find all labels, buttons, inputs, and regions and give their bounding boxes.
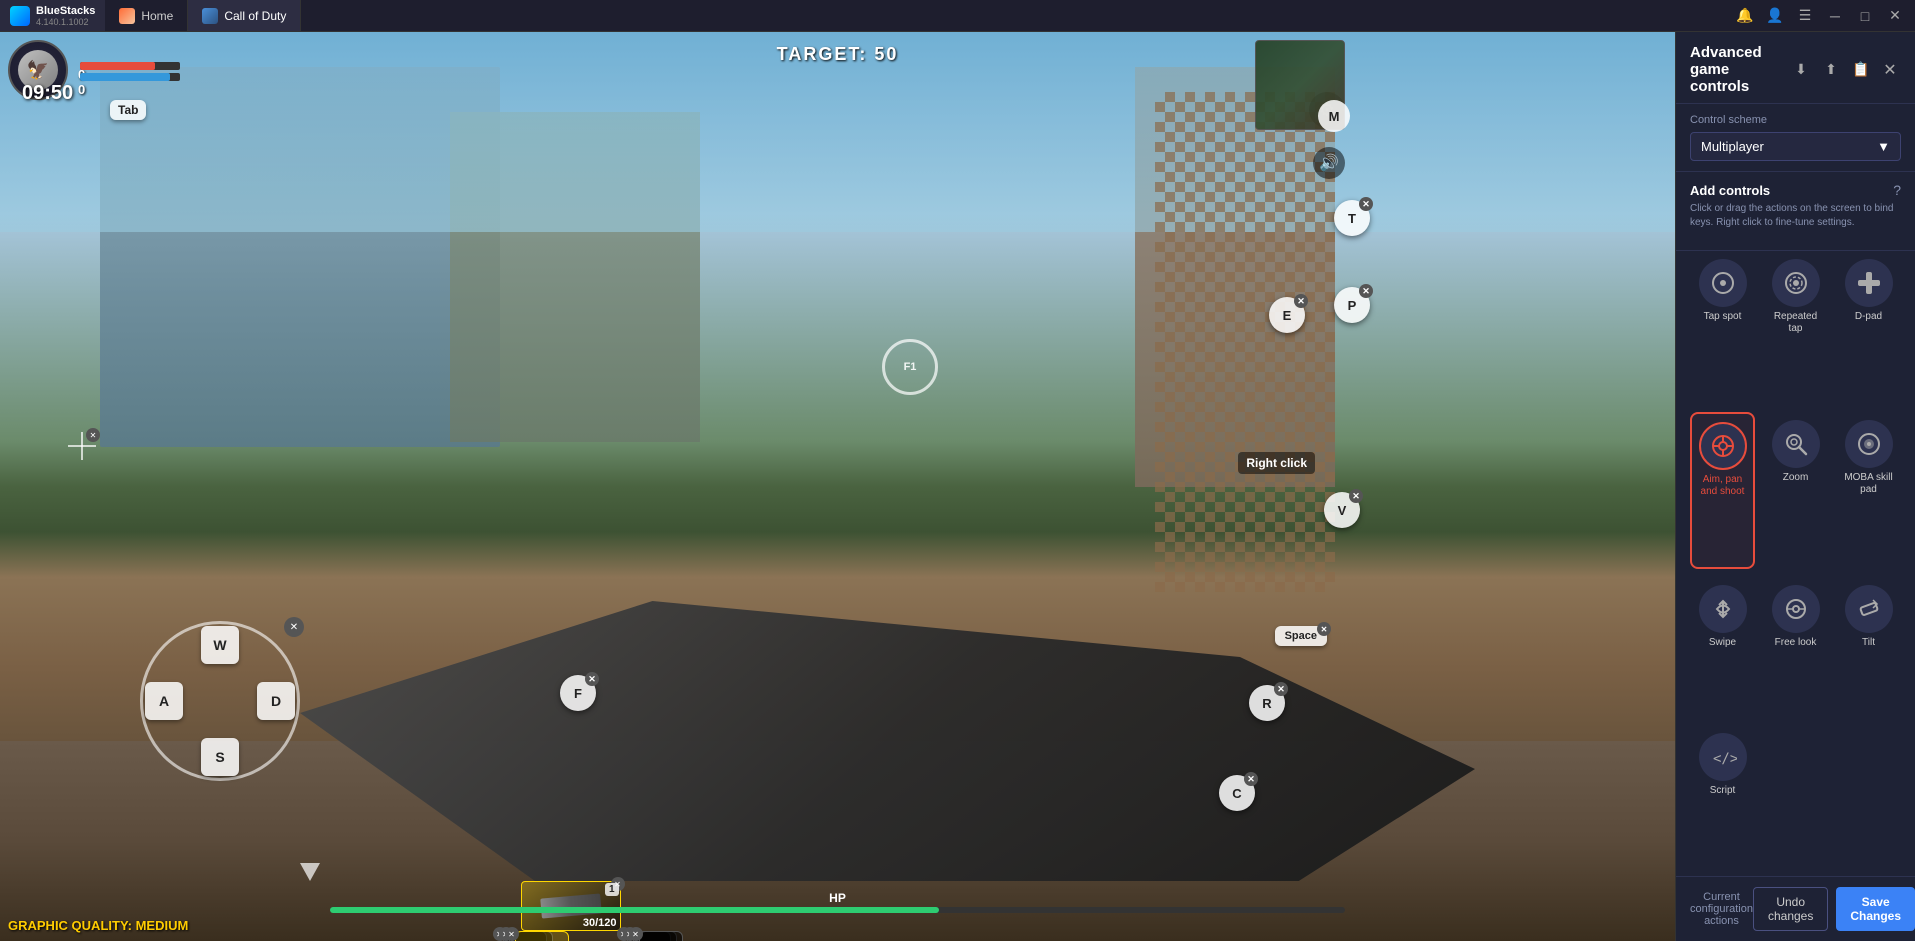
bluestacks-logo: BlueStacks 4.140.1.1002: [0, 0, 105, 31]
control-scheme-label: Control scheme: [1690, 114, 1901, 126]
fence: [1155, 92, 1335, 592]
script-label: Script: [1710, 785, 1736, 797]
game-viewport[interactable]: 🦅 TARGET: 50 09:50 0 0 Tab: [0, 32, 1675, 941]
add-controls-section: Add controls ? Click or drag the actions…: [1676, 172, 1915, 251]
control-tap-spot[interactable]: Tap spot: [1690, 251, 1755, 404]
maximize-button[interactable]: □: [1851, 4, 1879, 28]
bluestacks-icon: [10, 6, 30, 26]
panel-title: Advanced game controls: [1690, 44, 1789, 95]
free-look-icon: [1772, 585, 1820, 633]
app-version: 4.140.1.1002: [36, 17, 95, 27]
add-controls-header: Add controls ?: [1690, 182, 1901, 198]
import-button[interactable]: ⬇: [1789, 58, 1813, 82]
close-button[interactable]: ✕: [1881, 4, 1909, 28]
title-bar-left: BlueStacks 4.140.1.1002 Home Call of Dut…: [0, 0, 301, 31]
zoom-label: Zoom: [1783, 472, 1809, 484]
repeated-tap-label: Repeated tap: [1767, 311, 1824, 335]
control-scheme-section: Control scheme Multiplayer ▼: [1676, 104, 1915, 172]
tab-cod[interactable]: Call of Duty: [188, 0, 301, 31]
control-zoom[interactable]: Zoom: [1763, 412, 1828, 569]
control-moba-skill[interactable]: MOBA skill pad: [1836, 412, 1901, 569]
moba-skill-label: MOBA skill pad: [1840, 472, 1897, 496]
tap-spot-label: Tap spot: [1704, 311, 1742, 323]
panel-close-button[interactable]: ✕: [1879, 59, 1901, 81]
control-tilt[interactable]: Tilt: [1836, 577, 1901, 718]
notifications-button[interactable]: 🔔: [1731, 4, 1759, 28]
panel-footer: Current configuration actions Undo chang…: [1676, 876, 1915, 941]
add-controls-title: Add controls: [1690, 183, 1770, 198]
cod-tab-icon: [202, 8, 218, 24]
add-controls-desc: Click or drag the actions on the screen …: [1690, 202, 1901, 230]
aim-pan-shoot-label: Aim, pan and shoot: [1696, 474, 1749, 498]
control-script[interactable]: </> Script: [1690, 725, 1755, 866]
panel-header: Advanced game controls ⬇ ⬆ 📋 ✕: [1676, 32, 1915, 104]
footer-buttons: Undo changes Save Changes: [1753, 887, 1915, 931]
account-button[interactable]: 👤: [1761, 4, 1789, 28]
control-repeated-tap[interactable]: Repeated tap: [1763, 251, 1828, 404]
menu-button[interactable]: ☰: [1791, 4, 1819, 28]
moba-skill-icon: [1845, 420, 1893, 468]
main-content: 🦅 TARGET: 50 09:50 0 0 Tab: [0, 32, 1915, 941]
tab-home[interactable]: Home: [105, 0, 188, 31]
repeated-tap-icon: [1772, 259, 1820, 307]
scheme-value: Multiplayer: [1701, 139, 1764, 154]
control-swipe[interactable]: Swipe: [1690, 577, 1755, 718]
home-tab-icon: [119, 8, 135, 24]
svg-text:</>: </>: [1713, 751, 1737, 767]
swipe-label: Swipe: [1709, 637, 1736, 649]
title-bar: BlueStacks 4.140.1.1002 Home Call of Dut…: [0, 0, 1915, 32]
minimize-button[interactable]: ─: [1821, 4, 1849, 28]
config-actions-label: Current configuration actions: [1690, 891, 1753, 927]
controls-grid: Tap spot Repeated tap: [1676, 251, 1915, 876]
right-panel: Advanced game controls ⬇ ⬆ 📋 ✕ Control s…: [1675, 32, 1915, 941]
title-bar-right: 🔔 👤 ☰ ─ □ ✕: [1731, 4, 1915, 28]
dpad-icon: [1845, 259, 1893, 307]
dpad-label: D-pad: [1855, 311, 1882, 323]
tilt-icon: [1845, 585, 1893, 633]
panel-header-icons: ⬇ ⬆ 📋 ✕: [1789, 58, 1901, 82]
dropdown-arrow: ▼: [1877, 139, 1890, 154]
control-free-look[interactable]: Free look: [1763, 577, 1828, 718]
zoom-icon: [1772, 420, 1820, 468]
control-aim-pan-shoot[interactable]: Aim, pan and shoot: [1690, 412, 1755, 569]
aim-pan-shoot-icon: [1699, 422, 1747, 470]
tilt-label: Tilt: [1862, 637, 1875, 649]
sky: [0, 32, 1675, 232]
control-dpad[interactable]: D-pad: [1836, 251, 1901, 404]
export-button[interactable]: ⬆: [1819, 58, 1843, 82]
share-button[interactable]: 📋: [1849, 58, 1873, 82]
save-button[interactable]: Save Changes: [1836, 887, 1915, 931]
swipe-icon: [1699, 585, 1747, 633]
script-icon: </>: [1699, 733, 1747, 781]
scheme-dropdown[interactable]: Multiplayer ▼: [1690, 132, 1901, 161]
app-name: BlueStacks: [36, 5, 95, 17]
free-look-label: Free look: [1775, 637, 1817, 649]
undo-button[interactable]: Undo changes: [1753, 887, 1828, 931]
tap-spot-icon: [1699, 259, 1747, 307]
help-icon[interactable]: ?: [1893, 182, 1901, 198]
